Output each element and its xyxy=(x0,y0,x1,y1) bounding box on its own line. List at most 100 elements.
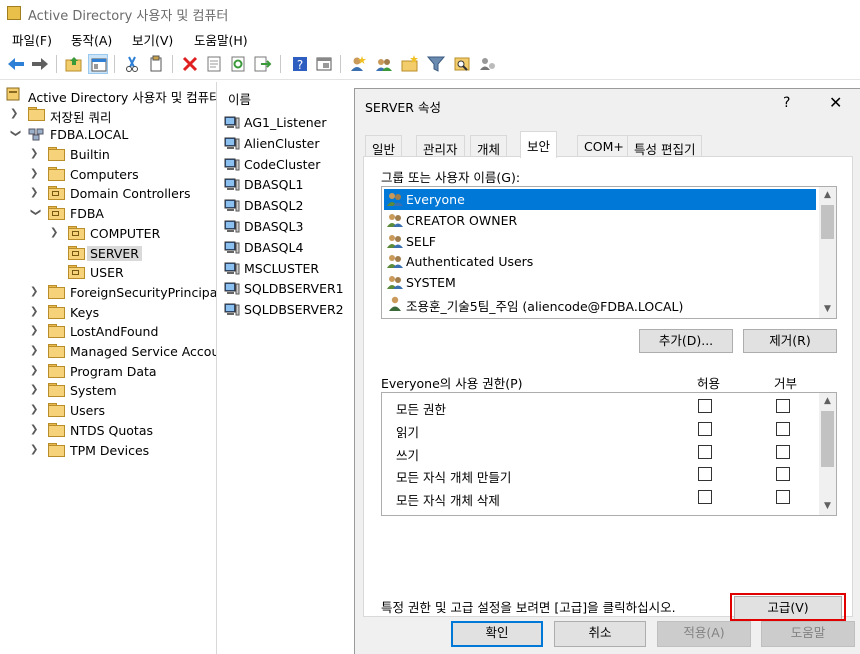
principal-row[interactable]: SELF xyxy=(384,231,816,252)
filter-icon[interactable] xyxy=(426,54,446,74)
console-tree-icon[interactable] xyxy=(88,54,108,74)
tree-item-saved-queries[interactable]: ❯ 저장된 쿼리 xyxy=(6,105,216,125)
menu-action[interactable]: 동작(A) xyxy=(71,30,112,49)
find-icon[interactable] xyxy=(452,54,472,74)
tree-item-builtin[interactable]: ❯ Builtin xyxy=(6,145,216,165)
column-header-name[interactable]: 이름 xyxy=(228,89,251,108)
tree-item-ntds-quotas[interactable]: ❯ NTDS Quotas xyxy=(6,421,216,441)
help-button[interactable]: 도움말 xyxy=(761,621,855,647)
tree-item-computers[interactable]: ❯ Computers xyxy=(6,165,216,185)
tree-item-managed-service-accounts[interactable]: ❯ Managed Service Accounts xyxy=(6,342,216,362)
export-icon[interactable] xyxy=(252,54,272,74)
allow-checkbox[interactable] xyxy=(698,467,712,482)
delete-icon[interactable] xyxy=(180,54,200,74)
menu-view[interactable]: 보기(V) xyxy=(132,30,173,49)
tree-item-program-data[interactable]: ❯ Program Data xyxy=(6,362,216,382)
tree-item-keys[interactable]: ❯ Keys xyxy=(6,303,216,323)
cut-icon[interactable] xyxy=(122,54,142,74)
tree-item-computer[interactable]: ❯ COMPUTER xyxy=(26,224,216,244)
deny-checkbox[interactable] xyxy=(776,490,790,505)
chevron-right-icon[interactable]: ❯ xyxy=(30,286,40,298)
ok-button[interactable]: 확인 xyxy=(451,621,543,647)
menu-file[interactable]: 파일(F) xyxy=(12,30,52,49)
add-button[interactable]: 추가(D)... xyxy=(639,329,733,353)
tree-item-tpm-devices[interactable]: ❯ TPM Devices xyxy=(6,441,216,461)
tree-item-server[interactable]: SERVER xyxy=(26,244,216,264)
chevron-right-icon[interactable]: ❯ xyxy=(30,168,40,180)
tab-security[interactable]: 보안 xyxy=(520,131,558,158)
tree-item-system[interactable]: ❯ System xyxy=(6,381,216,401)
console-icon[interactable] xyxy=(314,54,334,74)
back-icon[interactable] xyxy=(6,54,26,74)
new-ou-icon[interactable] xyxy=(400,54,420,74)
scroll-thumb[interactable] xyxy=(821,205,834,239)
scroll-down-icon[interactable]: ▼ xyxy=(819,301,836,318)
chevron-right-icon[interactable]: ❯ xyxy=(30,325,40,337)
principals-listbox[interactable]: Everyone CREATOR OWNER SELF Authenticated U… xyxy=(381,186,837,319)
chevron-right-icon[interactable]: ❯ xyxy=(30,148,40,160)
chevron-down-icon[interactable]: ❯ xyxy=(9,129,21,139)
principal-row[interactable]: Everyone xyxy=(384,189,816,210)
tree-root[interactable]: Active Directory 사용자 및 컴퓨터 xyxy=(6,85,216,105)
allow-checkbox[interactable] xyxy=(698,421,712,436)
principal-row[interactable]: 조용훈_기술5팀_주임 (aliencode@FDBA.LOCAL) xyxy=(384,293,816,314)
tree-item-fdba[interactable]: ❯ FDBA xyxy=(6,204,216,224)
new-user-icon[interactable] xyxy=(348,54,368,74)
menu-help[interactable]: 도움말(H) xyxy=(194,30,248,49)
chevron-right-icon[interactable]: ❯ xyxy=(10,108,20,120)
delegate-icon[interactable] xyxy=(478,54,498,74)
deny-checkbox[interactable] xyxy=(776,467,790,482)
cancel-button[interactable]: 취소 xyxy=(554,621,646,647)
up-folder-icon[interactable] xyxy=(64,54,84,74)
tree-item-label: Builtin xyxy=(70,147,110,162)
allow-checkbox[interactable] xyxy=(698,399,712,413)
permissions-scrollbar[interactable]: ▲ ▼ xyxy=(819,393,836,515)
chevron-right-icon[interactable]: ❯ xyxy=(30,345,40,357)
tree-item-foreignsecurityprincipals[interactable]: ❯ ForeignSecurityPrincipals xyxy=(6,283,216,303)
chevron-right-icon[interactable]: ❯ xyxy=(30,424,40,436)
help-icon[interactable]: ? xyxy=(783,95,790,111)
tab-object[interactable]: 개체 xyxy=(470,135,508,157)
properties-icon[interactable] xyxy=(204,54,224,74)
refresh-icon[interactable] xyxy=(228,54,248,74)
tab-general[interactable]: 일반 xyxy=(365,135,403,157)
chevron-right-icon[interactable]: ❯ xyxy=(50,227,60,239)
deny-checkbox[interactable] xyxy=(776,444,790,459)
allow-checkbox[interactable] xyxy=(698,490,712,505)
chevron-down-icon[interactable]: ❯ xyxy=(29,208,41,218)
tree-item-domain-controllers[interactable]: ❯ Domain Controllers xyxy=(6,184,216,204)
scroll-up-icon[interactable]: ▲ xyxy=(819,187,836,204)
tree-item-user[interactable]: USER xyxy=(26,263,216,283)
chevron-right-icon[interactable]: ❯ xyxy=(30,306,40,318)
chevron-right-icon[interactable]: ❯ xyxy=(30,365,40,377)
domain-icon xyxy=(28,127,44,141)
tree-item-lostandfound[interactable]: ❯ LostAndFound xyxy=(6,322,216,342)
principal-row[interactable]: CREATOR OWNER xyxy=(384,210,816,231)
deny-checkbox[interactable] xyxy=(776,421,790,436)
tree-item-users[interactable]: ❯ Users xyxy=(6,401,216,421)
help-icon[interactable]: ? xyxy=(290,54,310,74)
scroll-up-icon[interactable]: ▲ xyxy=(819,393,836,410)
principals-scrollbar[interactable]: ▲ ▼ xyxy=(819,187,836,318)
forward-icon[interactable] xyxy=(30,54,50,74)
principal-row[interactable]: Authenticated Users xyxy=(384,251,816,272)
copy-icon[interactable] xyxy=(146,54,166,74)
principal-row[interactable]: SYSTEM xyxy=(384,272,816,293)
close-icon[interactable]: ✕ xyxy=(829,93,842,112)
chevron-right-icon[interactable]: ❯ xyxy=(30,444,40,456)
computer-icon xyxy=(224,282,240,295)
allow-checkbox[interactable] xyxy=(698,444,712,459)
tree-item-domain[interactable]: ❯ FDBA.LOCAL xyxy=(6,125,216,145)
chevron-right-icon[interactable]: ❯ xyxy=(30,187,40,199)
new-group-icon[interactable] xyxy=(374,54,394,74)
apply-button[interactable]: 적용(A) xyxy=(657,621,751,647)
deny-checkbox[interactable] xyxy=(776,399,790,413)
tab-com[interactable]: COM+ xyxy=(577,135,631,157)
scroll-thumb[interactable] xyxy=(821,411,834,467)
tab-attribute-editor[interactable]: 특성 편집기 xyxy=(627,135,703,157)
scroll-down-icon[interactable]: ▼ xyxy=(819,498,836,515)
tab-managed-by[interactable]: 관리자 xyxy=(416,135,465,157)
chevron-right-icon[interactable]: ❯ xyxy=(30,404,40,416)
remove-button[interactable]: 제거(R) xyxy=(743,329,837,353)
chevron-right-icon[interactable]: ❯ xyxy=(30,384,40,396)
